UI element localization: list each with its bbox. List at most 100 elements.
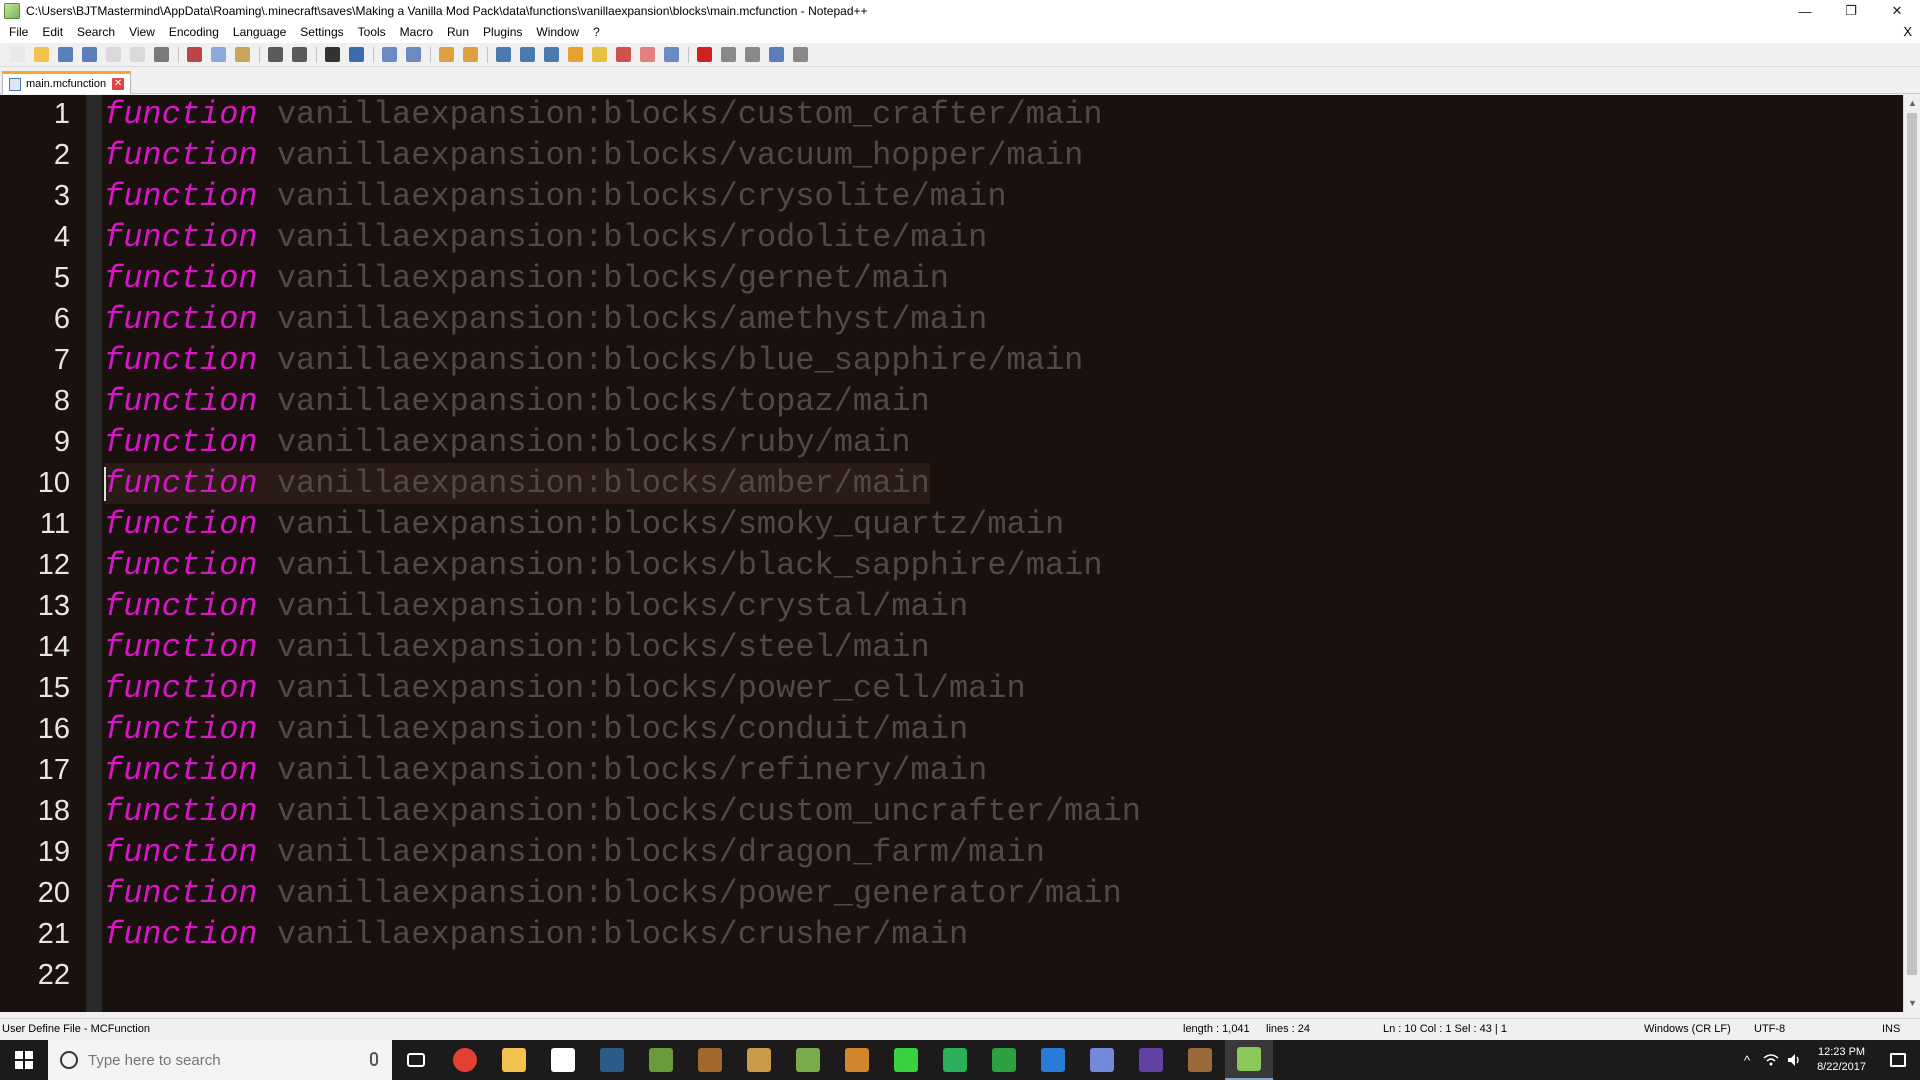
code-line[interactable]: function vanillaexpansion:blocks/power_g… (104, 873, 1122, 914)
play-macro-button[interactable] (741, 45, 763, 65)
menu-tools[interactable]: Tools (351, 22, 393, 43)
sync-horizontal-button[interactable] (459, 45, 481, 65)
taskbar-hexagon-app[interactable] (931, 1040, 979, 1080)
code-line[interactable]: function vanillaexpansion:blocks/conduit… (104, 709, 968, 750)
code-line[interactable]: function vanillaexpansion:blocks/vacuum_… (104, 135, 1083, 176)
taskbar-minecraft-chest[interactable] (686, 1040, 734, 1080)
vertical-scrollbar[interactable]: ▲ ▼ (1903, 95, 1920, 1012)
redo-button[interactable] (288, 45, 310, 65)
code-line[interactable]: function vanillaexpansion:blocks/blue_sa… (104, 340, 1083, 381)
taskbar-mcedit[interactable] (784, 1040, 832, 1080)
taskbar-razer[interactable] (882, 1040, 930, 1080)
taskbar-task-view[interactable] (392, 1040, 440, 1080)
close-window-button[interactable]: ✕ (1874, 0, 1920, 22)
network-icon[interactable] (1759, 1040, 1783, 1080)
code-line[interactable]: function vanillaexpansion:blocks/ruby/ma… (104, 422, 911, 463)
code-line[interactable]: function vanillaexpansion:blocks/topaz/m… (104, 381, 930, 422)
taskbar-store[interactable] (539, 1040, 587, 1080)
fold-margin[interactable] (86, 95, 102, 1012)
code-line[interactable]: function vanillaexpansion:blocks/crusher… (104, 914, 968, 955)
taskbar-notepad-plus-plus[interactable] (1225, 1040, 1273, 1080)
code-editor[interactable]: 1 2 3 4 5 6 7 8 9 10 11 12 13 14 15 16 17 18 19 20 21 22 func… (0, 95, 1920, 1012)
close-button[interactable] (102, 45, 124, 65)
code-line[interactable]: function vanillaexpansion:blocks/crystal… (104, 586, 968, 627)
code-line[interactable]: function vanillaexpansion:blocks/amber/m… (104, 463, 930, 504)
volume-icon[interactable] (1783, 1040, 1807, 1080)
scrollbar-thumb[interactable] (1907, 113, 1917, 975)
tab-main-mcfunction[interactable]: main.mcfunction ✕ (2, 71, 132, 94)
code-line[interactable]: function vanillaexpansion:blocks/dragon_… (104, 832, 1045, 873)
taskbar-file-explorer[interactable] (490, 1040, 538, 1080)
status-eol[interactable]: Windows (CR LF) (1644, 1023, 1731, 1035)
taskbar-steam[interactable] (588, 1040, 636, 1080)
start-button[interactable] (0, 1040, 48, 1080)
undo-button[interactable] (264, 45, 286, 65)
sync-vertical-button[interactable] (435, 45, 457, 65)
taskbar-twitch[interactable] (1127, 1040, 1175, 1080)
paste-button[interactable] (231, 45, 253, 65)
taskbar-c-app[interactable] (1029, 1040, 1077, 1080)
code-line[interactable]: function vanillaexpansion:blocks/rodolit… (104, 217, 987, 258)
monitoring-button[interactable] (660, 45, 682, 65)
taskbar-clock[interactable]: 12:23 PM 8/22/2017 (1807, 1045, 1876, 1075)
menu-window[interactable]: Window (529, 22, 586, 43)
menu-edit[interactable]: Edit (35, 22, 70, 43)
scroll-down-icon[interactable]: ▼ (1904, 995, 1920, 1012)
menu-view[interactable]: View (122, 22, 162, 43)
zoom-in-button[interactable] (378, 45, 400, 65)
taskbar-bar-chart-app[interactable] (980, 1040, 1028, 1080)
menu-help[interactable]: ? (586, 22, 607, 43)
taskbar-spider-app[interactable] (833, 1040, 881, 1080)
save-macro-button[interactable] (789, 45, 811, 65)
save-all-button[interactable] (78, 45, 100, 65)
run-macro-multiple-button[interactable] (765, 45, 787, 65)
copy-button[interactable] (207, 45, 229, 65)
menu-settings[interactable]: Settings (293, 22, 350, 43)
menu-language[interactable]: Language (226, 22, 293, 43)
taskbar-search[interactable] (48, 1040, 392, 1080)
stop-macro-button[interactable] (717, 45, 739, 65)
menu-file[interactable]: File (2, 22, 35, 43)
minimize-button[interactable]: — (1782, 0, 1828, 22)
code-line[interactable]: function vanillaexpansion:blocks/amethys… (104, 299, 987, 340)
code-line[interactable]: function vanillaexpansion:blocks/steel/m… (104, 627, 930, 668)
taskbar-discord[interactable] (1078, 1040, 1126, 1080)
show-all-characters-button[interactable] (516, 45, 538, 65)
user-language-button[interactable] (564, 45, 586, 65)
cut-button[interactable] (183, 45, 205, 65)
taskbar-package[interactable] (735, 1040, 783, 1080)
indent-guide-button[interactable] (540, 45, 562, 65)
search-input[interactable] (88, 1051, 348, 1069)
code-line[interactable]: function vanillaexpansion:blocks/black_s… (104, 545, 1103, 586)
taskbar-crafting-table[interactable] (1176, 1040, 1224, 1080)
word-wrap-button[interactable] (492, 45, 514, 65)
menu-plugins[interactable]: Plugins (476, 22, 529, 43)
menu-macro[interactable]: Macro (393, 22, 440, 43)
record-macro-button[interactable] (693, 45, 715, 65)
code-line[interactable]: function vanillaexpansion:blocks/smoky_q… (104, 504, 1064, 545)
code-line[interactable]: function vanillaexpansion:blocks/gernet/… (104, 258, 949, 299)
code-area[interactable]: function vanillaexpansion:blocks/custom_… (104, 95, 1900, 1012)
taskbar-minecraft[interactable] (637, 1040, 685, 1080)
taskbar-chrome[interactable] (441, 1040, 489, 1080)
doc-map-button[interactable] (588, 45, 610, 65)
close-document-button[interactable]: X (1903, 24, 1912, 39)
code-line[interactable]: function vanillaexpansion:blocks/custom_… (104, 95, 1103, 135)
menu-encoding[interactable]: Encoding (162, 22, 226, 43)
find-button[interactable] (321, 45, 343, 65)
menu-run[interactable]: Run (440, 22, 476, 43)
close-all-button[interactable] (126, 45, 148, 65)
print-button[interactable] (150, 45, 172, 65)
chevron-up-icon[interactable]: ^ (1735, 1040, 1759, 1080)
replace-button[interactable] (345, 45, 367, 65)
open-file-button[interactable] (30, 45, 52, 65)
tab-close-button[interactable]: ✕ (112, 78, 125, 90)
scroll-up-icon[interactable]: ▲ (1904, 95, 1920, 112)
menu-search[interactable]: Search (70, 22, 122, 43)
code-line[interactable]: function vanillaexpansion:blocks/refiner… (104, 750, 987, 791)
restore-button[interactable]: ❐ (1828, 0, 1874, 22)
action-center-button[interactable] (1876, 1040, 1920, 1080)
save-button[interactable] (54, 45, 76, 65)
function-list-button[interactable] (612, 45, 634, 65)
code-line[interactable]: function vanillaexpansion:blocks/power_c… (104, 668, 1026, 709)
